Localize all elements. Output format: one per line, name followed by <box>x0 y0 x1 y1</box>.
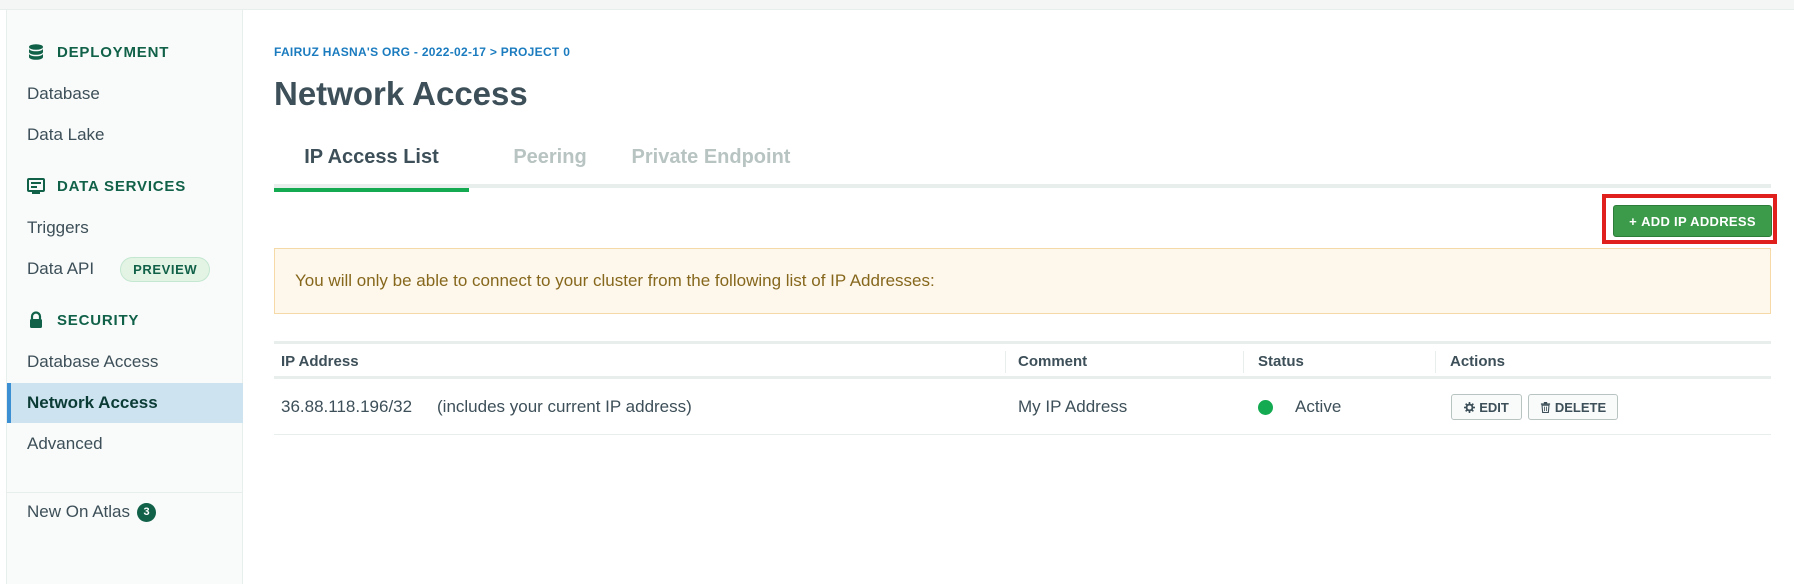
comment-cell: My IP Address <box>1018 397 1128 416</box>
status-text: Active <box>1295 397 1342 416</box>
preview-badge: PREVIEW <box>120 256 211 282</box>
tab-ip-access-list[interactable]: IP Access List <box>274 146 469 192</box>
edit-button[interactable]: EDIT <box>1451 394 1522 420</box>
top-bar <box>0 0 1794 10</box>
column-separator <box>1435 351 1436 373</box>
sidebar-item-database[interactable]: Database <box>7 74 243 114</box>
delete-button[interactable]: DELETE <box>1528 394 1618 420</box>
column-header-comment: Comment <box>1018 353 1088 370</box>
ip-access-table: IP Address Comment Status Actions 36.88.… <box>274 341 1771 435</box>
sidebar-item-advanced[interactable]: Advanced <box>7 424 243 464</box>
section-deployment: DEPLOYMENT <box>27 42 169 62</box>
section-title: DEPLOYMENT <box>57 43 170 61</box>
column-separator <box>1005 351 1006 373</box>
page-title: Network Access <box>274 75 528 112</box>
table-header-row: IP Address Comment Status Actions <box>274 341 1771 379</box>
info-banner: You will only be able to connect to your… <box>274 248 1771 314</box>
column-header-ip-address: IP Address <box>281 353 359 370</box>
lock-icon <box>30 311 42 328</box>
section-security: SECURITY <box>27 310 139 330</box>
add-ip-address-button[interactable]: + ADD IP ADDRESS <box>1613 205 1772 237</box>
sidebar-item-data-lake[interactable]: Data Lake <box>7 115 243 155</box>
tab-private-endpoint[interactable]: Private Endpoint <box>631 146 791 188</box>
delete-label: DELETE <box>1554 399 1607 415</box>
count-badge: 3 <box>137 502 156 522</box>
column-separator <box>1243 351 1244 373</box>
tab-bar: IP Access List Peering Private Endpoint <box>274 146 1771 192</box>
plus-icon: + <box>1629 213 1638 229</box>
sidebar-item-database-access[interactable]: Database Access <box>7 342 243 382</box>
info-banner-text: You will only be able to connect to your… <box>295 271 935 290</box>
breadcrumb[interactable]: FAIRUZ HASNA'S ORG - 2022-02-17 > PROJEC… <box>274 45 570 59</box>
status-indicator <box>1258 400 1273 415</box>
terminal-icon <box>27 178 45 194</box>
sidebar-item-new-on-atlas[interactable]: New On Atlas 3 <box>7 492 243 532</box>
sidebar: DEPLOYMENT Database Data Lake DATA SERVI… <box>6 10 243 584</box>
add-ip-address-label: ADD IP ADDRESS <box>1641 213 1756 229</box>
sidebar-item-label: New On Atlas <box>27 502 130 521</box>
section-data-services: DATA SERVICES <box>27 176 186 196</box>
table-row: 36.88.118.196/32 (includes your current … <box>274 379 1771 435</box>
database-icon <box>29 44 43 60</box>
section-title: DATA SERVICES <box>57 177 187 195</box>
ip-note: (includes your current IP address) <box>437 397 692 416</box>
tab-peering[interactable]: Peering <box>500 146 600 188</box>
column-header-status: Status <box>1258 353 1304 370</box>
sidebar-item-label: Data API <box>27 259 95 278</box>
column-header-actions: Actions <box>1450 353 1506 370</box>
sidebar-item-data-api[interactable]: Data API PREVIEW <box>7 249 243 289</box>
sidebar-item-network-access[interactable]: Network Access <box>7 383 243 423</box>
trash-icon <box>1540 401 1550 413</box>
gear-icon <box>1464 401 1476 413</box>
sidebar-item-triggers[interactable]: Triggers <box>7 208 243 248</box>
ip-address-cell: 36.88.118.196/32 <box>281 397 413 416</box>
section-title: SECURITY <box>57 311 140 329</box>
edit-label: EDIT <box>1479 399 1509 415</box>
